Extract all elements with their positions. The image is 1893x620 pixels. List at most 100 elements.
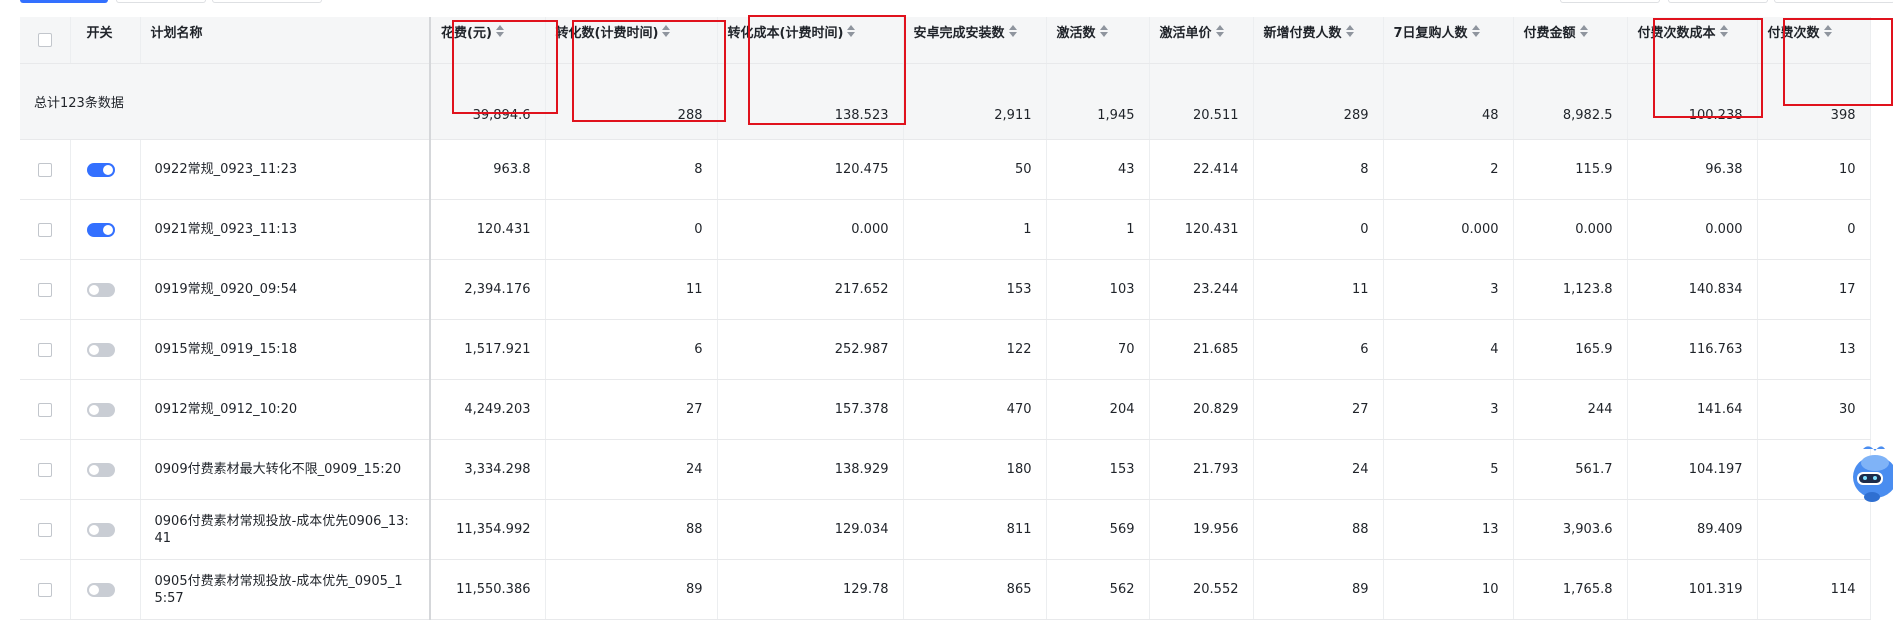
plan-name[interactable]: 0915常规_0919_15:18 bbox=[140, 319, 431, 380]
sort-icon[interactable] bbox=[1099, 25, 1108, 37]
assistant-robot-icon[interactable] bbox=[1845, 443, 1893, 505]
cell-new_payers: 89 bbox=[1253, 559, 1384, 620]
cell-conversion_cost: 129.034 bbox=[717, 499, 904, 560]
column-header-label: 安卓完成安装数 bbox=[913, 25, 1005, 41]
cell-pay_count_cost: 0.000 bbox=[1627, 199, 1758, 260]
plan-name[interactable]: 0905付费素材常规投放-成本优先_0905_15:57 bbox=[140, 559, 431, 620]
cell-pay_count_cost: 116.763 bbox=[1627, 319, 1758, 380]
sort-icon[interactable] bbox=[662, 25, 671, 37]
sort-icon[interactable] bbox=[1471, 25, 1480, 37]
plan-name[interactable]: 0906付费素材常规投放-成本优先0906_13:41 bbox=[140, 499, 431, 560]
plan-name[interactable]: 0922常规_0923_11:23 bbox=[140, 139, 431, 200]
cell-android_installs: 122 bbox=[903, 319, 1047, 380]
cell-conversion_cost: 217.652 bbox=[717, 259, 904, 320]
cell-cost: 2,394.176 bbox=[430, 259, 546, 320]
cell-activation_unit_price: 120.431 bbox=[1149, 199, 1254, 260]
column-header-repurchase_7d[interactable]: 7日复购人数 bbox=[1383, 17, 1514, 64]
column-header-label: 新增付费人数 bbox=[1263, 25, 1342, 41]
cell-android_installs: 50 bbox=[903, 139, 1047, 200]
column-header-android_installs[interactable]: 安卓完成安装数 bbox=[903, 17, 1047, 64]
cell-activations: 43 bbox=[1046, 139, 1150, 200]
campaign-data-table: 开关 计划名称 花费(元) 转化数(计费时间) 转化成本(计费时间) 安卓完成安装数 激活数… bbox=[20, 17, 1871, 620]
cell-conversion_cost: 129.78 bbox=[717, 559, 904, 620]
cell-cost: 1,517.921 bbox=[430, 319, 546, 380]
active-tab-indicator[interactable] bbox=[20, 0, 108, 3]
plan-toggle-switch[interactable] bbox=[86, 402, 115, 417]
column-header-cost[interactable]: 花费(元) bbox=[430, 17, 546, 64]
row-checkbox[interactable] bbox=[37, 522, 52, 537]
column-header-conversion_cost[interactable]: 转化成本(计费时间) bbox=[717, 17, 904, 64]
cell-repurchase_7d: 0.000 bbox=[1383, 199, 1514, 260]
column-header-label: 付费次数成本 bbox=[1637, 25, 1716, 41]
plan-toggle-switch[interactable] bbox=[86, 222, 115, 237]
plan-toggle-switch[interactable] bbox=[86, 342, 115, 357]
plan-name[interactable]: 0912常规_0912_10:20 bbox=[140, 379, 431, 440]
sort-icon[interactable] bbox=[1345, 25, 1354, 37]
cell-new_payers: 88 bbox=[1253, 499, 1384, 560]
toggle-knob bbox=[88, 344, 99, 355]
column-header-activation_unit_price[interactable]: 激活单价 bbox=[1149, 17, 1254, 64]
column-header-label: 付费次数 bbox=[1767, 25, 1820, 41]
row-checkbox[interactable] bbox=[37, 222, 52, 237]
column-header-pay_amount[interactable]: 付费金额 bbox=[1513, 17, 1628, 64]
toolbar-button[interactable] bbox=[1668, 0, 1768, 3]
table-row: 0905付费素材常规投放-成本优先_0905_15:57 11,550.386 89… bbox=[20, 559, 1871, 620]
cell-conversions: 0 bbox=[545, 199, 718, 260]
row-checkbox[interactable] bbox=[37, 582, 52, 597]
cell-pay_count_cost: 141.64 bbox=[1627, 379, 1758, 440]
total-cell-new_payers: 289 bbox=[1253, 63, 1384, 140]
column-header-label: 付费金额 bbox=[1523, 25, 1576, 41]
toolbar-button[interactable] bbox=[1774, 0, 1893, 3]
plan-toggle-switch[interactable] bbox=[86, 582, 115, 597]
row-select-cell bbox=[20, 139, 71, 200]
select-all-checkbox[interactable] bbox=[37, 33, 52, 47]
cell-repurchase_7d: 2 bbox=[1383, 139, 1514, 200]
plan-name[interactable]: 0909付费素材最大转化不限_0909_15:20 bbox=[140, 439, 431, 500]
cell-activations: 103 bbox=[1046, 259, 1150, 320]
tab-button[interactable] bbox=[116, 0, 206, 3]
plan-toggle-switch[interactable] bbox=[86, 522, 115, 537]
plan-name[interactable]: 0921常规_0923_11:13 bbox=[140, 199, 431, 260]
column-header-wrap: 激活数 bbox=[1057, 22, 1108, 41]
column-header-new_payers[interactable]: 新增付费人数 bbox=[1253, 17, 1384, 64]
table-row: 0909付费素材最大转化不限_0909_15:20 3,334.298 24 138.… bbox=[20, 439, 1871, 500]
cell-conversions: 8 bbox=[545, 139, 718, 200]
row-checkbox[interactable] bbox=[37, 162, 52, 177]
plan-toggle-switch[interactable] bbox=[86, 162, 115, 177]
sort-icon[interactable] bbox=[1719, 25, 1728, 37]
plan-toggle-switch[interactable] bbox=[86, 282, 115, 297]
row-checkbox[interactable] bbox=[37, 402, 52, 417]
cell-pay_count: 0 bbox=[1757, 199, 1871, 260]
sort-icon[interactable] bbox=[847, 25, 856, 37]
plan-name[interactable]: 0919常规_0920_09:54 bbox=[140, 259, 431, 320]
column-header-activations[interactable]: 激活数 bbox=[1046, 17, 1150, 64]
row-checkbox[interactable] bbox=[37, 342, 52, 357]
column-header-wrap: 转化成本(计费时间) bbox=[728, 22, 856, 41]
column-header-pay_count[interactable]: 付费次数 bbox=[1757, 17, 1871, 64]
row-checkbox[interactable] bbox=[37, 282, 52, 297]
row-select-cell bbox=[20, 259, 71, 320]
cell-pay_count: 17 bbox=[1757, 259, 1871, 320]
sort-icon[interactable] bbox=[1215, 25, 1224, 37]
total-cell-pay_count: 398 bbox=[1757, 63, 1871, 140]
sort-icon[interactable] bbox=[1008, 25, 1017, 37]
table-row: 0921常规_0923_11:13 120.431 0 0.000 1 1 120.431 0… bbox=[20, 199, 1871, 260]
tab-button[interactable] bbox=[212, 0, 322, 3]
toggle-knob bbox=[102, 164, 113, 175]
row-checkbox[interactable] bbox=[37, 462, 52, 477]
column-header-pay_count_cost[interactable]: 付费次数成本 bbox=[1627, 17, 1758, 64]
sort-icon[interactable] bbox=[495, 25, 504, 37]
cell-repurchase_7d: 3 bbox=[1383, 259, 1514, 320]
total-cell-activation_unit_price: 20.511 bbox=[1149, 63, 1254, 140]
top-tab-strip bbox=[0, 0, 1893, 4]
cell-cost: 120.431 bbox=[430, 199, 546, 260]
toolbar-button[interactable] bbox=[1560, 0, 1660, 3]
cell-pay_count_cost: 140.834 bbox=[1627, 259, 1758, 320]
cell-activation_unit_price: 20.552 bbox=[1149, 559, 1254, 620]
column-header-label: 转化成本(计费时间) bbox=[727, 25, 844, 41]
cell-pay_count bbox=[1757, 499, 1871, 560]
sort-icon[interactable] bbox=[1823, 25, 1832, 37]
sort-icon[interactable] bbox=[1579, 25, 1588, 37]
plan-toggle-switch[interactable] bbox=[86, 462, 115, 477]
column-header-conversions[interactable]: 转化数(计费时间) bbox=[545, 17, 718, 64]
